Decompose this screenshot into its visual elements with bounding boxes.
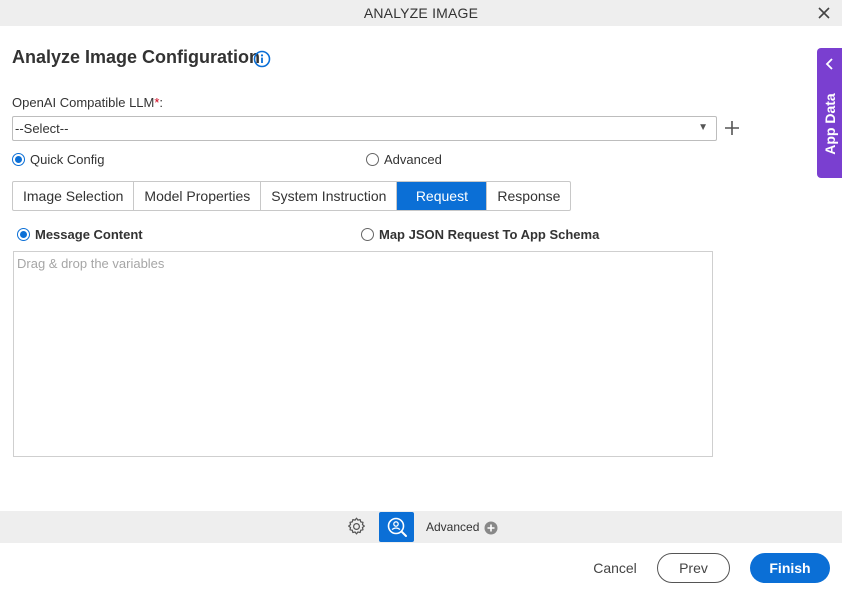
- map-json-request-radio[interactable]: Map JSON Request To App Schema: [361, 227, 599, 242]
- message-placeholder: Drag & drop the variables: [17, 256, 165, 271]
- finish-button[interactable]: Finish: [750, 553, 830, 583]
- tab-model-properties[interactable]: Model Properties: [134, 182, 262, 210]
- tab-request[interactable]: Request: [397, 182, 488, 210]
- tab-response[interactable]: Response: [487, 182, 570, 210]
- dialog-title: ANALYZE IMAGE: [363, 5, 479, 21]
- llm-label-text: OpenAI Compatible LLM: [12, 95, 155, 110]
- app-data-panel-toggle[interactable]: App Data: [817, 48, 842, 178]
- chevron-left-icon: [825, 58, 833, 70]
- advanced-label: Advanced: [384, 152, 442, 167]
- radio-indicator: [12, 153, 25, 166]
- app-data-label: App Data: [821, 93, 838, 155]
- page-title: Analyze Image Configuration: [12, 47, 261, 67]
- add-llm-plus-icon[interactable]: [723, 119, 741, 137]
- llm-select[interactable]: --Select-- ▼: [12, 116, 717, 141]
- advanced-radio[interactable]: Advanced: [366, 152, 442, 167]
- dialog-title-bar: ANALYZE IMAGE: [0, 0, 842, 26]
- llm-field-label: OpenAI Compatible LLM*:: [12, 95, 163, 110]
- cancel-button[interactable]: Cancel: [587, 554, 643, 582]
- analyze-image-tool-button[interactable]: [379, 512, 414, 542]
- radio-indicator: [17, 228, 30, 241]
- map-json-request-label: Map JSON Request To App Schema: [379, 227, 600, 242]
- label-suffix: :: [159, 95, 164, 110]
- gear-icon[interactable]: [346, 516, 367, 537]
- message-content-radio[interactable]: Message Content: [17, 227, 143, 242]
- radio-indicator: [366, 153, 379, 166]
- radio-indicator: [361, 228, 374, 241]
- toolbar-advanced-link[interactable]: Advanced: [426, 520, 479, 534]
- quick-config-radio[interactable]: Quick Config: [12, 152, 104, 167]
- bottom-toolbar: Advanced: [0, 511, 842, 543]
- close-icon[interactable]: [816, 5, 832, 21]
- message-content-label: Message Content: [35, 227, 143, 242]
- prev-button[interactable]: Prev: [657, 553, 730, 583]
- message-content-input[interactable]: Drag & drop the variables: [13, 251, 713, 457]
- quick-config-label: Quick Config: [30, 152, 105, 167]
- tab-image-selection[interactable]: Image Selection: [13, 182, 135, 210]
- chevron-down-icon: ▼: [698, 122, 708, 133]
- config-tabs: Image Selection Model Properties System …: [12, 181, 572, 211]
- llm-select-value: --Select--: [15, 121, 69, 136]
- tab-system-instruction[interactable]: System Instruction: [261, 182, 398, 210]
- plus-circle-icon[interactable]: [484, 521, 498, 535]
- image-search-icon: [387, 517, 407, 537]
- info-icon[interactable]: [253, 50, 271, 68]
